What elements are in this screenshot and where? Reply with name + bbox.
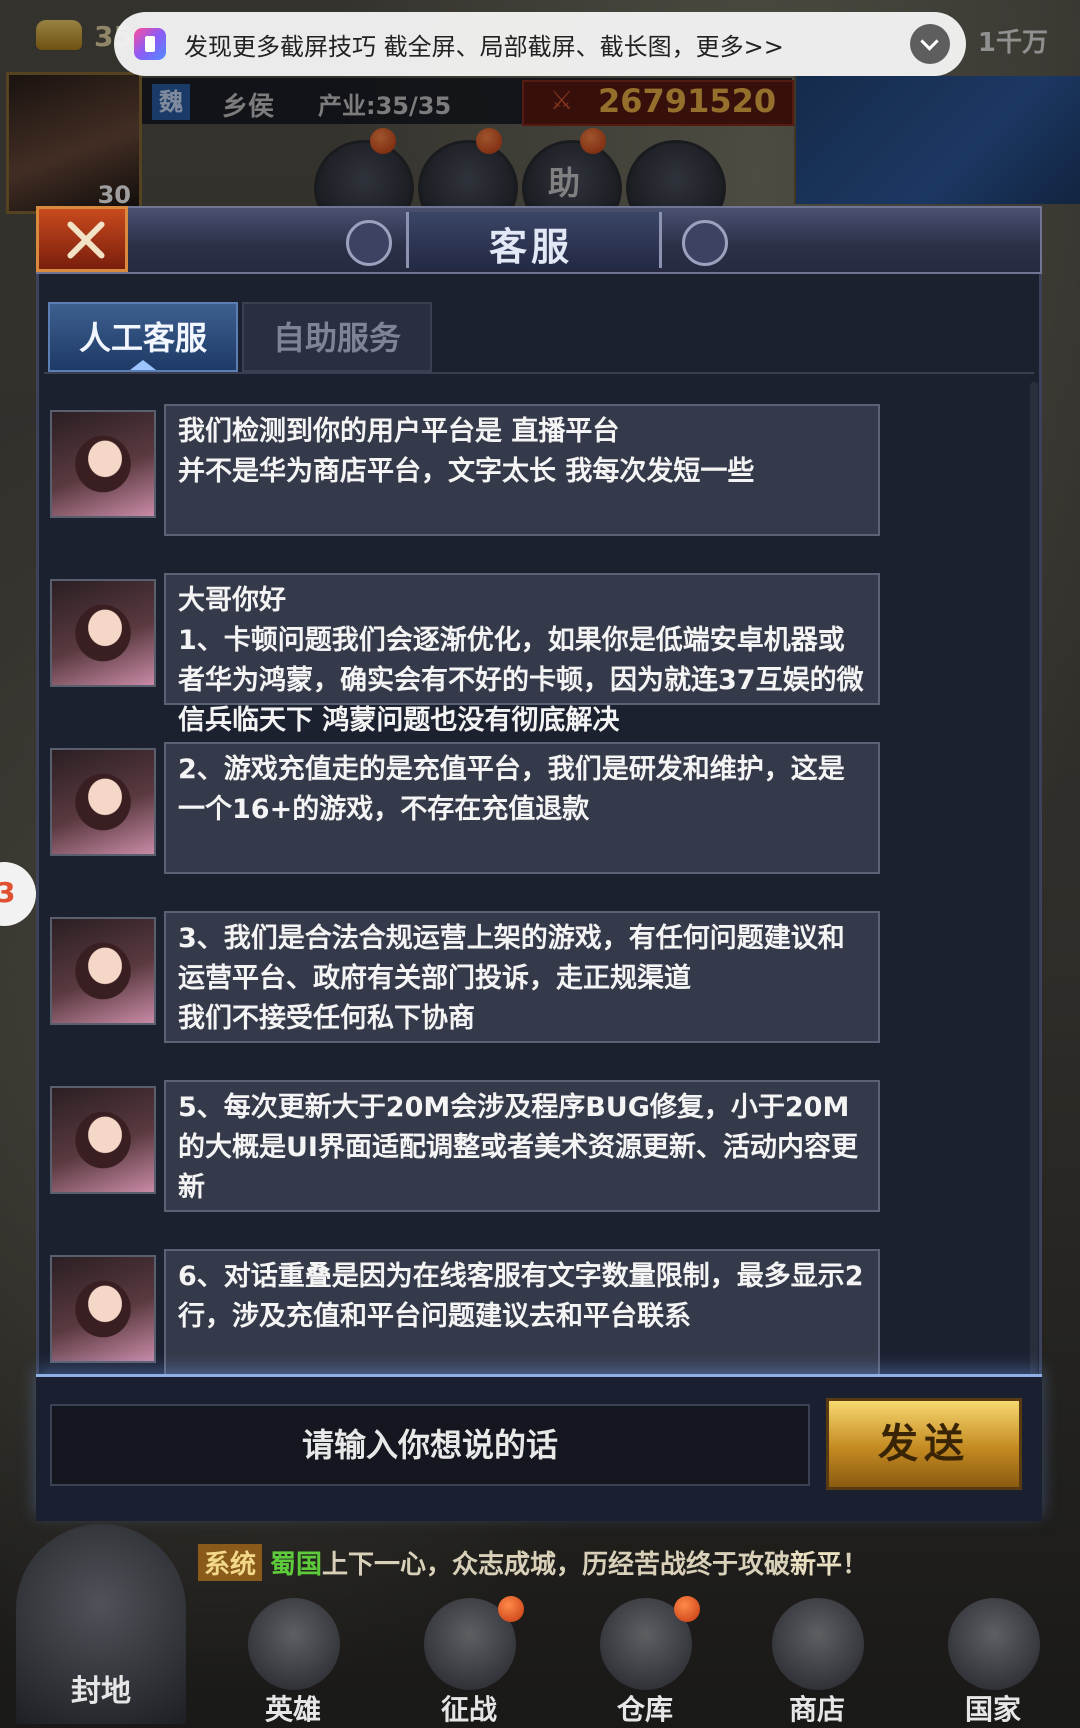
- message-text: 6、对话重叠是因为在线客服有文字数量限制，最多显示2行，涉及充值和平台问题建议去…: [178, 1261, 864, 1332]
- message-text: 我们检测到你的用户平台是 直播平台 并不是华为商店平台，文字太长 我每次发短一些: [178, 416, 755, 487]
- chevron-down-icon[interactable]: [910, 24, 950, 64]
- helmet-icon: [248, 1598, 340, 1690]
- agent-avatar: [50, 1086, 156, 1194]
- chat-bubble: 3、我们是合法合规运营上架的游戏，有任何问题建议和运营平台、政府有关部门投诉，走…: [164, 911, 880, 1043]
- system-tag: 系统: [198, 1544, 263, 1581]
- nav-label: 征战: [440, 1693, 497, 1726]
- send-button[interactable]: 发送: [826, 1398, 1022, 1490]
- title-ornament-left: [346, 220, 392, 266]
- message-text: 3、我们是合法合规运营上架的游戏，有任何问题建议和运营平台、政府有关部门投诉，走…: [178, 923, 845, 1034]
- tab-divider: [44, 372, 1034, 374]
- nav-item-battle[interactable]: 征战: [404, 1590, 534, 1728]
- chat-list[interactable]: 我们检测到你的用户平台是 直播平台 并不是华为商店平台，文字太长 我每次发短一些…: [44, 382, 978, 1436]
- message-input[interactable]: 请输入你想说的话: [50, 1404, 810, 1486]
- nav-label: 商店: [788, 1693, 845, 1726]
- close-button[interactable]: [36, 206, 128, 272]
- chat-scrollbar[interactable]: [1030, 382, 1038, 1436]
- chat-bubble: 2、游戏充值走的是充值平台，我们是研发和维护，这是一个16+的游戏，不存在充值退…: [164, 742, 880, 874]
- chat-bubble: 6、对话重叠是因为在线客服有文字数量限制，最多显示2行，涉及充值和平台问题建议去…: [164, 1249, 880, 1381]
- notification-dot: [498, 1596, 524, 1622]
- broadcast-country: 蜀国: [270, 1550, 323, 1580]
- agent-avatar: [50, 579, 156, 687]
- screenshot-tip-banner[interactable]: 发现更多截屏技巧 截全屏、局部截屏、截长图，更多>>: [114, 12, 966, 76]
- nav-label: 英雄: [264, 1693, 321, 1726]
- broadcast-city: 新平: [790, 1550, 843, 1580]
- chat-bubble: 大哥你好 1、卡顿问题我们会逐渐优化，如果你是低端安卓机器或者华为鸿蒙，确实会有…: [164, 573, 880, 736]
- system-broadcast: 系统 蜀国上下一心，众志成城，历经苦战终于攻破新平！: [198, 1544, 1078, 1584]
- dragon-icon: [948, 1598, 1040, 1690]
- agent-avatar: [50, 917, 156, 1025]
- tab-self-service[interactable]: 自助服务: [242, 302, 432, 372]
- nav-item-hero[interactable]: 英雄: [228, 1590, 358, 1728]
- broadcast-text: 上下一心，众志成城，历经苦战终于攻破: [322, 1550, 791, 1580]
- close-icon: [65, 219, 105, 259]
- agent-avatar: [50, 1255, 156, 1363]
- broadcast-end: ！: [842, 1550, 869, 1580]
- chat-bubble: 5、每次更新大于20M会涉及程序BUG修复，小于20M的大概是UI界面适配调整或…: [164, 1080, 880, 1212]
- message-text: 2、游戏充值走的是充值平台，我们是研发和维护，这是一个16+的游戏，不存在充值退…: [178, 754, 845, 825]
- nav-item-shop[interactable]: 商店: [752, 1590, 882, 1728]
- customer-service-dialog: 客服 人工客服 自助服务 我们检测到你的用户平台是 直播平台 并不是华为商店平台…: [36, 206, 1042, 1521]
- tip-text: 发现更多截屏技巧 截全屏、局部截屏、截长图，更多>>: [184, 33, 784, 61]
- screenshot-app-icon: [134, 28, 166, 60]
- notification-dot: [674, 1596, 700, 1622]
- chest-icon: [772, 1598, 864, 1690]
- title-ornament-right: [682, 220, 728, 266]
- nav-label: 国家: [964, 1693, 1021, 1726]
- message-text: 大哥你好 1、卡顿问题我们会逐渐优化，如果你是低端安卓机器或者华为鸿蒙，确实会有…: [178, 585, 864, 736]
- nav-item-warehouse[interactable]: 仓库: [580, 1590, 710, 1728]
- nav-item-country[interactable]: 国家: [928, 1590, 1058, 1728]
- agent-avatar: [50, 748, 156, 856]
- nav-label: 仓库: [616, 1693, 673, 1726]
- agent-avatar: [50, 410, 156, 518]
- chat-bubble: 我们检测到你的用户平台是 直播平台 并不是华为商店平台，文字太长 我每次发短一些: [164, 404, 880, 536]
- bottom-nav: 英雄 征战 仓库 商店 国家: [0, 1590, 1080, 1728]
- dialog-title: 客服: [488, 225, 573, 269]
- message-text: 5、每次更新大于20M会涉及程序BUG修复，小于20M的大概是UI界面适配调整或…: [178, 1092, 858, 1203]
